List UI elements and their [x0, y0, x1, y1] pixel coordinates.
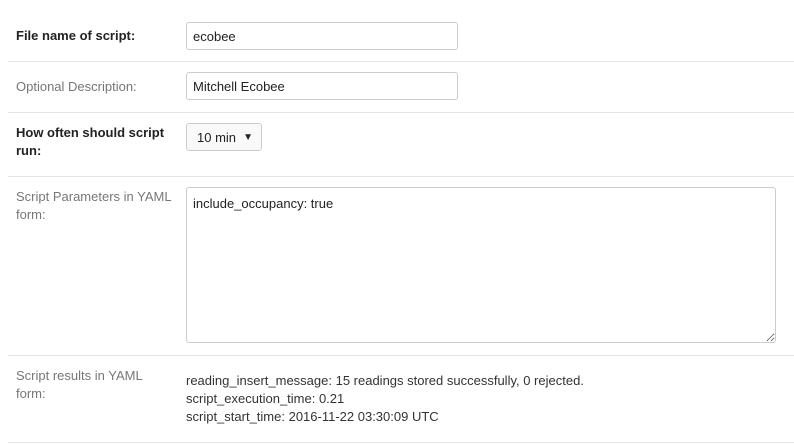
parameters-label-line1: Script Parameters in YAML — [16, 189, 172, 204]
file-name-label: File name of script: — [16, 28, 136, 43]
file-name-input[interactable] — [186, 22, 458, 50]
results-output: reading_insert_message: 15 readings stor… — [186, 372, 584, 426]
parameters-label-line2: form: — [16, 207, 46, 222]
frequency-select[interactable]: 10 min ▼ — [186, 123, 262, 151]
results-line: script_execution_time: 0.21 — [186, 391, 345, 406]
parameters-row: Script Parameters in YAML form: include_… — [8, 177, 794, 356]
description-label: Optional Description: — [16, 79, 137, 94]
results-label-line1: Script results in YAML — [16, 368, 143, 383]
results-label: Script results in YAML form: — [16, 367, 176, 403]
results-line: reading_insert_message: 15 readings stor… — [186, 373, 584, 388]
results-label-line2: form: — [16, 386, 46, 401]
results-row: Script results in YAML form: reading_ins… — [8, 356, 794, 443]
frequency-label-line2: run: — [16, 143, 42, 158]
parameters-textarea[interactable]: include_occupancy: true — [186, 187, 776, 343]
frequency-select-value: 10 min — [197, 129, 237, 145]
results-line: script_start_time: 2016-11-22 03:30:09 U… — [186, 409, 439, 424]
parameters-label: Script Parameters in YAML form: — [16, 188, 176, 224]
frequency-label: How often should script run: — [16, 124, 176, 160]
frequency-row: How often should script run: 10 min ▼ — [8, 113, 794, 177]
description-input[interactable] — [186, 72, 458, 100]
description-row: Optional Description: — [8, 62, 794, 113]
chevron-down-icon: ▼ — [243, 131, 253, 143]
file-name-row: File name of script: — [8, 10, 794, 62]
frequency-label-line1: How often should script — [16, 125, 165, 140]
